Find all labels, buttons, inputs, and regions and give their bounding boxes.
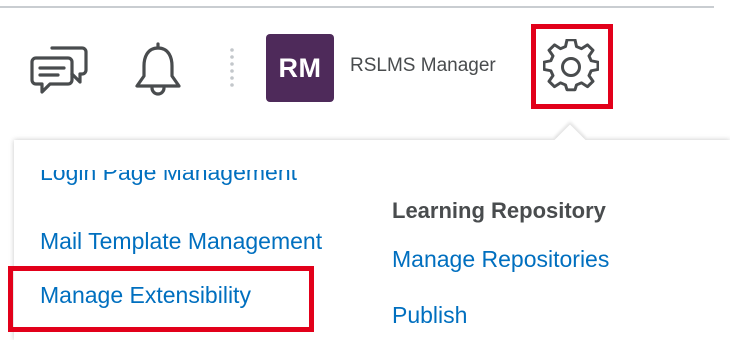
- chat-icon[interactable]: [30, 40, 90, 96]
- dropdown-top: [14, 140, 730, 160]
- manage-extensibility-highlight-box: [8, 266, 314, 332]
- top-border: [0, 6, 714, 8]
- user-name[interactable]: RSLMS Manager: [350, 55, 496, 77]
- gear-icon[interactable]: [543, 39, 599, 95]
- mail-template-management-link[interactable]: Mail Template Management: [40, 228, 322, 255]
- login-page-management-label: Login Page Management: [40, 170, 298, 185]
- header-divider: [230, 48, 234, 87]
- login-page-management-link[interactable]: Login Page Management: [40, 170, 340, 197]
- avatar[interactable]: RM: [266, 34, 334, 102]
- publish-link[interactable]: Publish: [392, 302, 467, 329]
- manage-repositories-link[interactable]: Manage Repositories: [392, 246, 609, 273]
- bell-icon[interactable]: [130, 38, 186, 98]
- learning-repository-heading: Learning Repository: [392, 198, 606, 223]
